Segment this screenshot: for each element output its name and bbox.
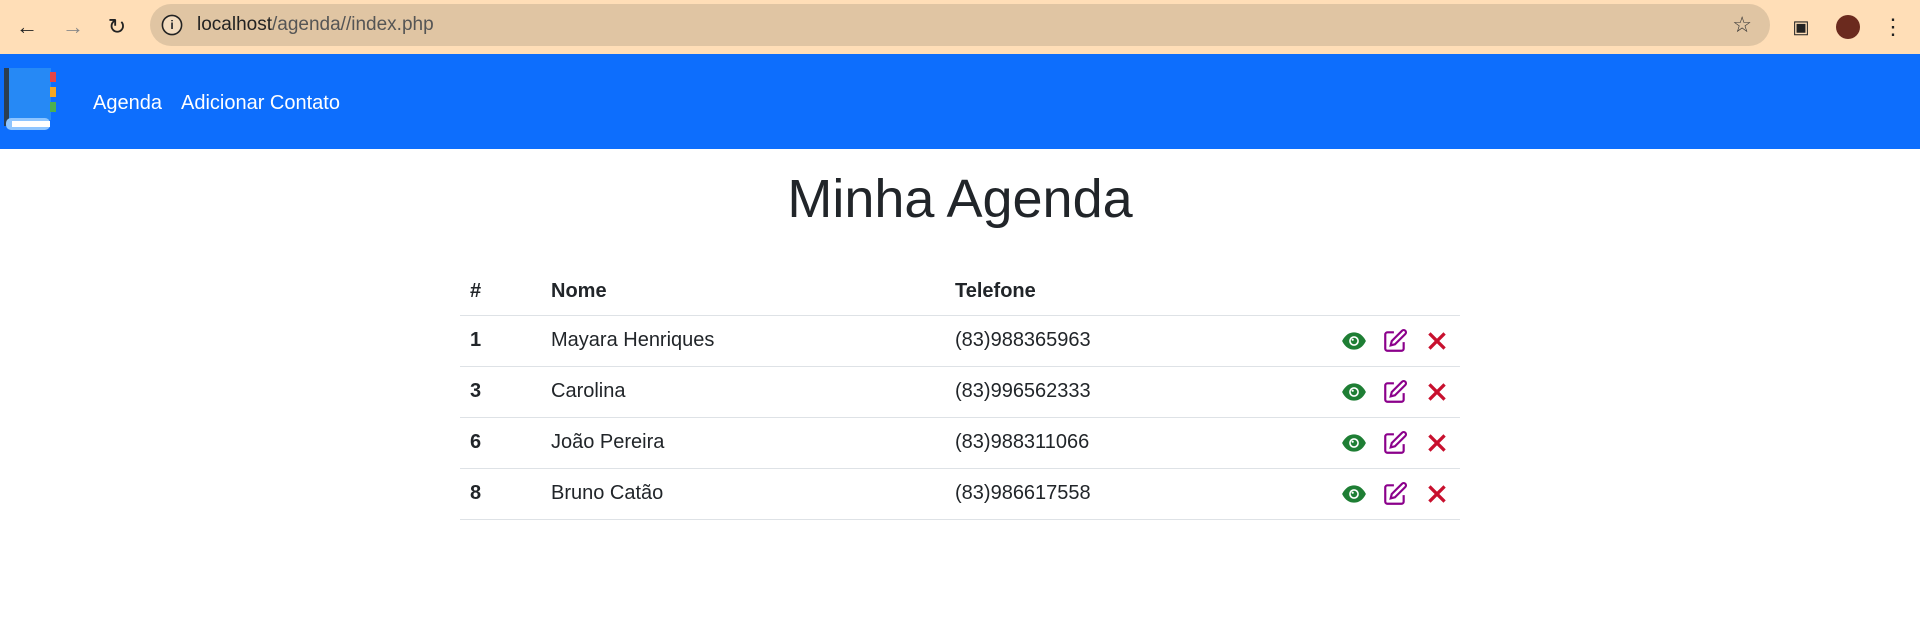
header-actions [1216,268,1460,316]
view-eye-icon[interactable] [1341,430,1367,456]
cell-nome: Carolina [541,366,945,418]
cell-telefone: (83)988365963 [945,315,1217,367]
cell-nome: Mayara Henriques [541,315,945,367]
nav-link-adicionar-contato[interactable]: Adicionar Contato [181,92,340,115]
side-panel-icon[interactable]: ▣ [1786,12,1816,42]
site-info-icon[interactable]: i [161,14,183,36]
forward-icon[interactable]: → [58,12,88,42]
cell-actions [1216,366,1460,418]
address-book-logo-icon[interactable] [4,68,62,132]
view-eye-icon[interactable] [1341,481,1367,507]
cell-telefone: (83)988311066 [945,417,1217,469]
bookmark-star-icon[interactable]: ☆ [1732,12,1752,38]
cell-id: 3 [460,366,541,418]
delete-x-icon[interactable] [1424,379,1450,405]
header-id: # [460,268,541,316]
cell-nome: Bruno Catão [541,468,945,520]
nav-link-agenda[interactable]: Agenda [93,92,162,115]
contacts-table: # Nome Telefone 1 Mayara Henriques (83)9… [460,268,1460,520]
cell-telefone: (83)996562333 [945,366,1217,418]
address-bar[interactable]: i localhost/agenda//index.php ☆ [150,4,1770,46]
table-row: 8 Bruno Catão (83)986617558 [460,468,1460,520]
cell-actions [1216,315,1460,367]
avatar[interactable] [1833,12,1863,42]
menu-kebab-icon[interactable]: ⋮ [1878,12,1908,42]
url-text[interactable]: localhost/agenda//index.php [197,14,434,36]
url-path: /agenda//index.php [272,14,434,35]
cell-actions [1216,468,1460,520]
edit-pencil-icon[interactable] [1382,430,1408,456]
cell-telefone: (83)986617558 [945,468,1217,520]
delete-x-icon[interactable] [1424,328,1450,354]
table-row: 3 Carolina (83)996562333 [460,366,1460,418]
delete-x-icon[interactable] [1424,430,1450,456]
url-host: localhost [197,14,272,35]
browser-toolbar: ← → ↻ i localhost/agenda//index.php ☆ ▣ … [0,0,1920,54]
cell-id: 1 [460,315,541,367]
table-row: 6 João Pereira (83)988311066 [460,417,1460,469]
delete-x-icon[interactable] [1424,481,1450,507]
cell-nome: João Pereira [541,417,945,469]
header-nome: Nome [541,268,945,316]
view-eye-icon[interactable] [1341,379,1367,405]
cell-id: 8 [460,468,541,520]
header-telefone: Telefone [945,268,1217,316]
reload-icon[interactable]: ↻ [102,12,132,42]
cell-actions [1216,417,1460,469]
edit-pencil-icon[interactable] [1382,328,1408,354]
table-header-row: # Nome Telefone [460,268,1460,316]
page-title: Minha Agenda [787,169,1133,229]
navbar: Agenda Adicionar Contato [0,54,1920,149]
back-icon[interactable]: ← [12,12,42,42]
edit-pencil-icon[interactable] [1382,379,1408,405]
view-eye-icon[interactable] [1341,328,1367,354]
table-row: 1 Mayara Henriques (83)988365963 [460,315,1460,367]
cell-id: 6 [460,417,541,469]
edit-pencil-icon[interactable] [1382,481,1408,507]
